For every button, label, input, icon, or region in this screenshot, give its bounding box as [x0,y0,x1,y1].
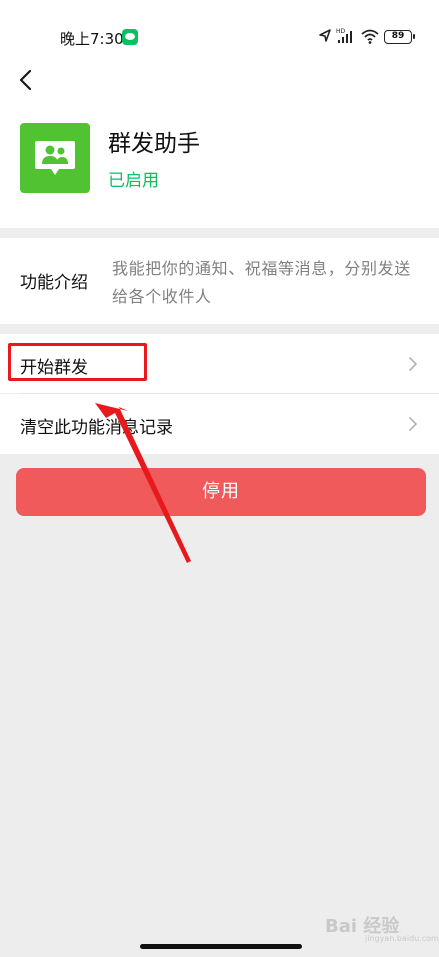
annotation-highlight-box [8,343,147,381]
disable-button[interactable]: 停用 [16,468,426,516]
chevron-right-icon [409,417,417,431]
clear-history-row[interactable]: 清空此功能消息记录 [0,394,439,454]
app-name: 群发助手 [108,131,200,157]
chevron-right-icon [409,357,417,371]
group-chat-icon [20,123,90,193]
svg-text:HD: HD [336,28,346,35]
home-indicator[interactable] [140,944,302,949]
status-time: 晚上7:30 [60,30,124,48]
signal-icon: HD [336,28,352,43]
app-status: 已启用 [108,171,159,191]
intro-text: 我能把你的通知、祝福等消息，分别发送给各个收件人 [112,259,411,306]
intro-row: 功能介绍 我能把你的通知、祝福等消息，分别发送给各个收件人 [0,238,439,324]
battery-icon: 89 [384,30,415,44]
clear-history-label: 清空此功能消息记录 [20,418,173,438]
watermark-sub: jingyan.baidu.com [365,934,439,943]
back-button[interactable] [10,64,42,96]
status-bar: 晚上7:30 HD 89 [0,0,439,70]
wechat-icon [122,29,138,45]
location-arrow-icon [319,29,331,42]
watermark: Bai 经验 jingyan.baidu.com [325,912,439,943]
intro-label: 功能介绍 [20,273,88,293]
wifi-icon [361,29,379,44]
